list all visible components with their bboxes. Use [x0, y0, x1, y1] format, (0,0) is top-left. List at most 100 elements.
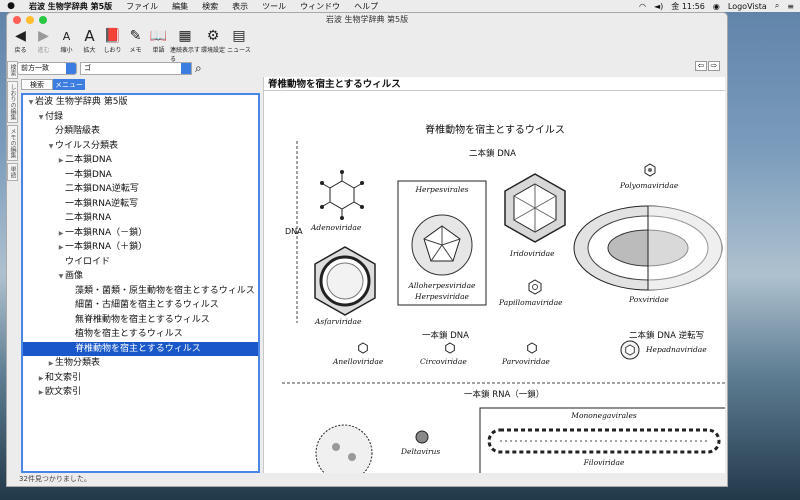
tree-item-label: 一本鎖RNA（－鎖）: [65, 227, 148, 238]
search-mode-select[interactable]: 前方一致: [17, 61, 77, 75]
disclosure-collapsed-icon[interactable]: ▶: [57, 241, 65, 256]
tree-item[interactable]: ▶ 生物分類表: [23, 356, 258, 371]
tree-item[interactable]: ▶ 一本鎖RNA（＋鎖）: [23, 240, 258, 255]
label-poxviridae: Poxviridae: [629, 295, 669, 304]
user-icon[interactable]: ◉: [713, 2, 720, 11]
poxvirus-drawing: [573, 205, 723, 291]
label-adenoviridae: Adenoviridae: [311, 223, 362, 232]
apple-menu-icon[interactable]: ●: [0, 1, 22, 11]
memo-button[interactable]: ✎ メモ: [124, 27, 147, 54]
tree-item-label: 分類階級表: [55, 126, 101, 136]
side-tab-memo-edit[interactable]: メモの編集: [7, 125, 18, 161]
settings-button[interactable]: ⚙ 環境設定: [200, 27, 226, 54]
multi-display-button[interactable]: ▦ 連続表示する: [170, 27, 200, 63]
tree-item[interactable]: ウイロイド: [23, 255, 258, 270]
menu-search[interactable]: 検索: [195, 1, 225, 12]
tree-item[interactable]: 分類階級表: [23, 124, 258, 139]
section-ssrna-negative: 一本鎖 RNA（一鎖）: [464, 390, 545, 400]
prev-page-icon[interactable]: ⇦: [695, 61, 707, 71]
volume-icon[interactable]: ◄): [654, 2, 663, 11]
menu-help[interactable]: ヘルプ: [347, 1, 385, 12]
menu-file[interactable]: ファイル: [119, 1, 165, 12]
disclosure-collapsed-icon[interactable]: ▶: [37, 386, 45, 401]
back-icon: ◀: [15, 28, 26, 44]
disclosure-expanded-icon[interactable]: ▼: [27, 96, 35, 111]
tab-menu[interactable]: メニュー: [53, 79, 85, 90]
disclosure-expanded-icon[interactable]: ▼: [47, 140, 55, 155]
bookmark-button[interactable]: 📕 しおり: [101, 27, 124, 54]
tree-item[interactable]: ▶ 欧文索引: [23, 385, 258, 400]
menu-edit[interactable]: 編集: [165, 1, 195, 12]
title-bar: 岩波 生物学辞典 第5版: [7, 13, 727, 27]
zoom-window-icon[interactable]: [39, 16, 47, 24]
tree-item[interactable]: ▼ ウイルス分類表: [23, 139, 258, 154]
tree-item[interactable]: ▶ 二本鎖DNA: [23, 153, 258, 168]
label-filoviridae: Filoviridae: [583, 458, 625, 467]
circovirus-drawing: [445, 342, 455, 354]
tree-item[interactable]: 脊椎動物を宿主とするウィルス: [23, 341, 258, 356]
tree-item[interactable]: ▶ 一本鎖RNA（－鎖）: [23, 226, 258, 241]
tree-item-label: 細菌・古細菌を宿主とするウィルス: [75, 300, 219, 310]
virus-figure: 脊椎動物を宿主とするウイルス 二本鎖 DNA DNA Adenoviridae …: [264, 91, 725, 473]
close-window-icon[interactable]: [13, 16, 21, 24]
tree-item[interactable]: 細菌・古細菌を宿主とするウィルス: [23, 298, 258, 313]
settings-icon: ⚙: [206, 28, 220, 44]
wifi-icon[interactable]: ◠: [639, 2, 646, 11]
news-button[interactable]: ▤ ニュース: [226, 27, 252, 54]
tree-item[interactable]: 一本鎖DNA: [23, 168, 258, 183]
minimize-window-icon[interactable]: [26, 16, 34, 24]
tree-item[interactable]: ▶ 和文索引: [23, 371, 258, 386]
section-dsdna-rt: 二本鎖 DNA 逆転写: [629, 331, 705, 341]
tree-item[interactable]: 植物を宿主とするウィルス: [23, 327, 258, 342]
hepadnavirus-drawing: [620, 340, 640, 360]
list-icon[interactable]: ≡: [787, 2, 794, 11]
menu-view[interactable]: 表示: [225, 1, 255, 12]
memo-icon: ✎: [129, 28, 142, 44]
window-title: 岩波 生物学辞典 第5版: [325, 15, 409, 24]
tree-item[interactable]: 二本鎖DNA逆転写: [23, 182, 258, 197]
side-tab-wordbook[interactable]: 単語: [7, 163, 18, 181]
enlarge-font-button[interactable]: A 拡大: [78, 27, 101, 54]
back-button[interactable]: ◀ 戻る: [9, 27, 32, 54]
forward-button[interactable]: ▶ 進む: [32, 27, 55, 54]
side-tab-bookmark-edit[interactable]: しおりの編集: [7, 81, 18, 123]
shrink-font-button[interactable]: A 縮小: [55, 27, 78, 55]
tree-item-label: 生物分類表: [55, 358, 101, 368]
disclosure-expanded-icon[interactable]: ▼: [57, 270, 65, 285]
tree-item[interactable]: 藻類・菌類・原生動物を宿主とするウィルス: [23, 284, 258, 299]
tree-item[interactable]: ▼ 画像: [23, 269, 258, 284]
search-icon[interactable]: ⌕: [775, 1, 779, 11]
label-herpesviridae: Herpesviridae: [415, 292, 469, 301]
wordbook-icon: 📖: [149, 28, 168, 44]
disclosure-collapsed-icon[interactable]: ▶: [47, 357, 55, 372]
tree-item[interactable]: ▼ 岩波 生物学辞典 第5版: [23, 95, 258, 110]
iridovirus-drawing: [504, 173, 566, 243]
next-page-icon[interactable]: ⇨: [708, 61, 720, 71]
multi-display-icon: ▦: [178, 28, 192, 44]
clock[interactable]: 金 11:56: [671, 1, 705, 12]
app-menu[interactable]: 岩波 生物学辞典 第5版: [22, 1, 119, 12]
content-heading: 脊椎動物を宿主とするウィルス: [264, 77, 725, 91]
label-circoviridae: Circoviridae: [420, 357, 467, 366]
deltavirus-drawing: [415, 430, 429, 444]
disclosure-collapsed-icon[interactable]: ▶: [57, 227, 65, 242]
tree-item-label: 植物を宿主とするウィルス: [75, 329, 183, 339]
tree-item[interactable]: 無脊椎動物を宿主とするウィルス: [23, 313, 258, 328]
tree-item[interactable]: 一本鎖RNA逆転写: [23, 197, 258, 212]
provider-label[interactable]: LogoVista: [728, 2, 767, 11]
search-button-icon[interactable]: ⌕: [195, 61, 202, 76]
tree-item-label: 無脊椎動物を宿主とするウィルス: [75, 314, 210, 325]
menu-tools[interactable]: ツール: [255, 1, 293, 12]
disclosure-collapsed-icon[interactable]: ▶: [37, 372, 45, 387]
tree-item[interactable]: ▼ 付録: [23, 110, 258, 125]
label-polyomaviridae: Polyomaviridae: [620, 181, 679, 190]
disclosure-collapsed-icon[interactable]: ▶: [57, 154, 65, 169]
tree-item[interactable]: 二本鎖RNA: [23, 211, 258, 226]
label-deltavirus: Deltavirus: [401, 447, 441, 456]
tab-search[interactable]: 検索: [21, 79, 53, 90]
menu-bar: ● 岩波 生物学辞典 第5版 ファイル 編集 検索 表示 ツール ウィンドウ ヘ…: [0, 0, 800, 12]
menu-window[interactable]: ウィンドウ: [293, 1, 347, 12]
disclosure-expanded-icon[interactable]: ▼: [37, 111, 45, 126]
search-input[interactable]: ゴ: [80, 61, 192, 75]
wordbook-button[interactable]: 📖 単語: [147, 27, 170, 54]
